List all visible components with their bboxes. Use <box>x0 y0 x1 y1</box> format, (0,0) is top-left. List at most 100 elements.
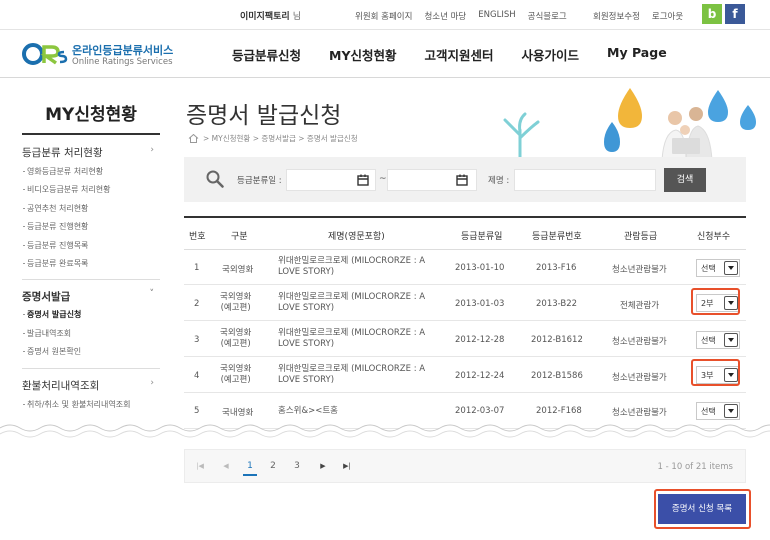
highlight-box <box>654 489 751 529</box>
sidebar-item-certificate-request[interactable]: 증명서 발급신청 <box>22 309 81 320</box>
col-type: 구분 <box>231 232 248 242</box>
chevron-right-icon: › <box>150 378 154 388</box>
row-no: 5 <box>194 406 200 416</box>
row-type: 국외영화 <box>222 265 254 275</box>
sidebar-item-original-check[interactable]: 증명서 원본확인 <box>22 346 81 357</box>
page-title: 증명서 발급신청 <box>186 103 342 129</box>
col-rating-date: 등급분류일 <box>461 232 503 242</box>
link-english[interactable]: ENGLISH <box>478 10 515 22</box>
family-illustration <box>503 88 756 162</box>
row-rating: 청소년관람불가 <box>612 265 667 275</box>
chevron-down-icon <box>724 333 738 347</box>
nav-rating-request[interactable]: 등급분류신청 <box>232 45 301 64</box>
prev-page-icon[interactable]: ◀ <box>219 462 233 470</box>
row-date: 2013-01-10 <box>455 263 505 273</box>
next-page-icon[interactable]: ▶ <box>316 462 330 470</box>
sidebar-item-performance-status[interactable]: 공연추천 처리현황 <box>22 203 88 214</box>
row-code: 2013-B22 <box>536 299 578 309</box>
row-title: 위대한밀로르크로제 (MILOCRORZE : A LOVE STORY) <box>278 328 426 349</box>
sidebar-section-rating-status[interactable]: 등급분류 처리현황 › <box>22 145 160 160</box>
col-rating-code: 등급분류번호 <box>532 232 582 242</box>
sidebar-item-completed-list[interactable]: 등급분류 완료목록 <box>22 258 88 269</box>
pagination-info: 1 - 10 of 21 items <box>657 462 733 472</box>
link-youth-zone[interactable]: 청소년 마당 <box>424 10 466 22</box>
search-button[interactable]: 검색 <box>664 168 706 192</box>
link-committee-home[interactable]: 위원회 홈페이지 <box>355 10 412 22</box>
chevron-down-icon: ˅ <box>149 289 155 299</box>
start-date-input[interactable] <box>286 169 376 191</box>
search-icon <box>206 170 224 188</box>
row-code: 2013-F16 <box>536 263 577 273</box>
row-date: 2012-12-24 <box>455 371 505 381</box>
title-search-input[interactable] <box>514 169 656 191</box>
sidebar-item-progress-list[interactable]: 등급분류 진행목록 <box>22 240 88 251</box>
sidebar-section-label: 환불처리내역조회 <box>22 380 100 392</box>
row-title: 위대한밀로르크로제 (MILOCRORZE : A LOVE STORY) <box>278 292 426 313</box>
sidebar-item-refund-history[interactable]: 취하/취소 및 환불처리내역조회 <box>22 399 130 410</box>
row-no: 4 <box>194 371 200 381</box>
sidebar-section-certificate[interactable]: 증명서발급 ˅ <box>22 289 160 304</box>
table-row: 3 국외영화 (예고편) 위대한밀로르크로제 (MILOCRORZE : A L… <box>184 322 746 357</box>
last-page-icon[interactable]: ▶| <box>340 462 354 470</box>
sidebar-section-label: 등급분류 처리현황 <box>22 147 103 159</box>
row-no: 3 <box>194 335 200 345</box>
row-rating: 청소년관람불가 <box>612 373 667 383</box>
blog-icon[interactable]: b <box>702 4 722 24</box>
user-name: 이미지팩토리 <box>240 12 290 22</box>
sidebar-item-movie-status[interactable]: 영화등급분류 처리현황 <box>22 166 103 177</box>
highlight-box <box>691 288 740 315</box>
sidebar-title-divider <box>22 133 160 135</box>
quantity-select[interactable]: 선택 <box>696 331 740 349</box>
row-title: 위대한밀로르크로제 (MILOCRORZE : A LOVE STORY) <box>278 256 426 277</box>
nav-my-page[interactable]: My Page <box>607 45 667 64</box>
user-suffix: 님 <box>292 12 301 22</box>
sidebar-section-refund[interactable]: 환불처리내역조회 › <box>22 378 160 393</box>
breadcrumb-path: > MY신청현황 > 증명서발급 > 증명서 발급신청 <box>203 134 358 143</box>
pagination: |◀ ◀ 1 2 3 ▶ ▶| 1 - 10 of 21 items <box>184 449 746 483</box>
user-greeting: 이미지팩토리 님 <box>240 9 301 22</box>
row-type: 국외영화 (예고편) <box>220 364 252 385</box>
page-2[interactable]: 2 <box>266 461 280 471</box>
quantity-value: 선택 <box>701 336 716 345</box>
chevron-down-icon <box>724 261 738 275</box>
row-code: 2012-B1612 <box>531 335 583 345</box>
sidebar-item-issue-history[interactable]: 발급내역조회 <box>22 328 71 339</box>
calendar-icon[interactable] <box>456 174 468 186</box>
end-date-input[interactable] <box>387 169 477 191</box>
facebook-icon[interactable]: f <box>725 4 745 24</box>
calendar-icon[interactable] <box>357 174 369 186</box>
torn-edge-divider <box>0 424 770 438</box>
nav-user-guide[interactable]: 사용가이드 <box>522 45 580 64</box>
page-3[interactable]: 3 <box>290 461 304 471</box>
sidebar-divider <box>22 368 160 369</box>
col-quantity: 신청부수 <box>697 232 731 242</box>
main-nav: 등급분류신청 MY신청현황 고객지원센터 사용가이드 My Page <box>232 45 695 64</box>
row-no: 1 <box>194 263 200 273</box>
link-edit-profile[interactable]: 회원정보수정 <box>593 10 640 22</box>
row-type: 국외영화 (예고편) <box>220 292 252 313</box>
home-icon[interactable] <box>188 134 199 143</box>
quantity-value: 선택 <box>701 264 716 273</box>
nav-support-center[interactable]: 고객지원센터 <box>425 45 494 64</box>
breadcrumb: > MY신청현황 > 증명서발급 > 증명서 발급신청 <box>188 133 358 144</box>
logo-korean: 온라인등급분류서비스 <box>72 44 174 57</box>
nav-my-status[interactable]: MY신청현황 <box>329 45 397 64</box>
account-links: 회원정보수정 로그아웃 <box>593 10 695 22</box>
row-code: 2012-F168 <box>536 406 582 416</box>
highlight-box <box>691 359 740 386</box>
table-header: 번호 구분 제명(영문포함) 등급분류일 등급분류번호 관람등급 신청부수 <box>184 218 746 250</box>
sidebar-item-progress-status[interactable]: 등급분류 진행현황 <box>22 221 88 232</box>
certificate-table: 번호 구분 제명(영문포함) 등급분류일 등급분류번호 관람등급 신청부수 1 … <box>184 216 746 429</box>
title-label: 제명 : <box>488 176 510 186</box>
quantity-select[interactable]: 선택 <box>696 259 740 277</box>
page-1[interactable]: 1 <box>243 459 257 476</box>
row-title: 위대한밀로르크로제 (MILOCRORZE : A LOVE STORY) <box>278 364 426 385</box>
utility-links: 위원회 홈페이지 청소년 마당 ENGLISH 공식블로그 <box>355 10 579 22</box>
link-logout[interactable]: 로그아웃 <box>652 10 683 22</box>
row-rating: 청소년관람불가 <box>612 337 667 347</box>
logo-english: Online Ratings Services <box>72 57 173 67</box>
row-date: 2012-03-07 <box>455 406 505 416</box>
sidebar-item-video-status[interactable]: 비디오등급분류 처리현황 <box>23 184 111 195</box>
link-official-blog[interactable]: 공식블로그 <box>528 10 567 22</box>
first-page-icon[interactable]: |◀ <box>193 462 207 470</box>
